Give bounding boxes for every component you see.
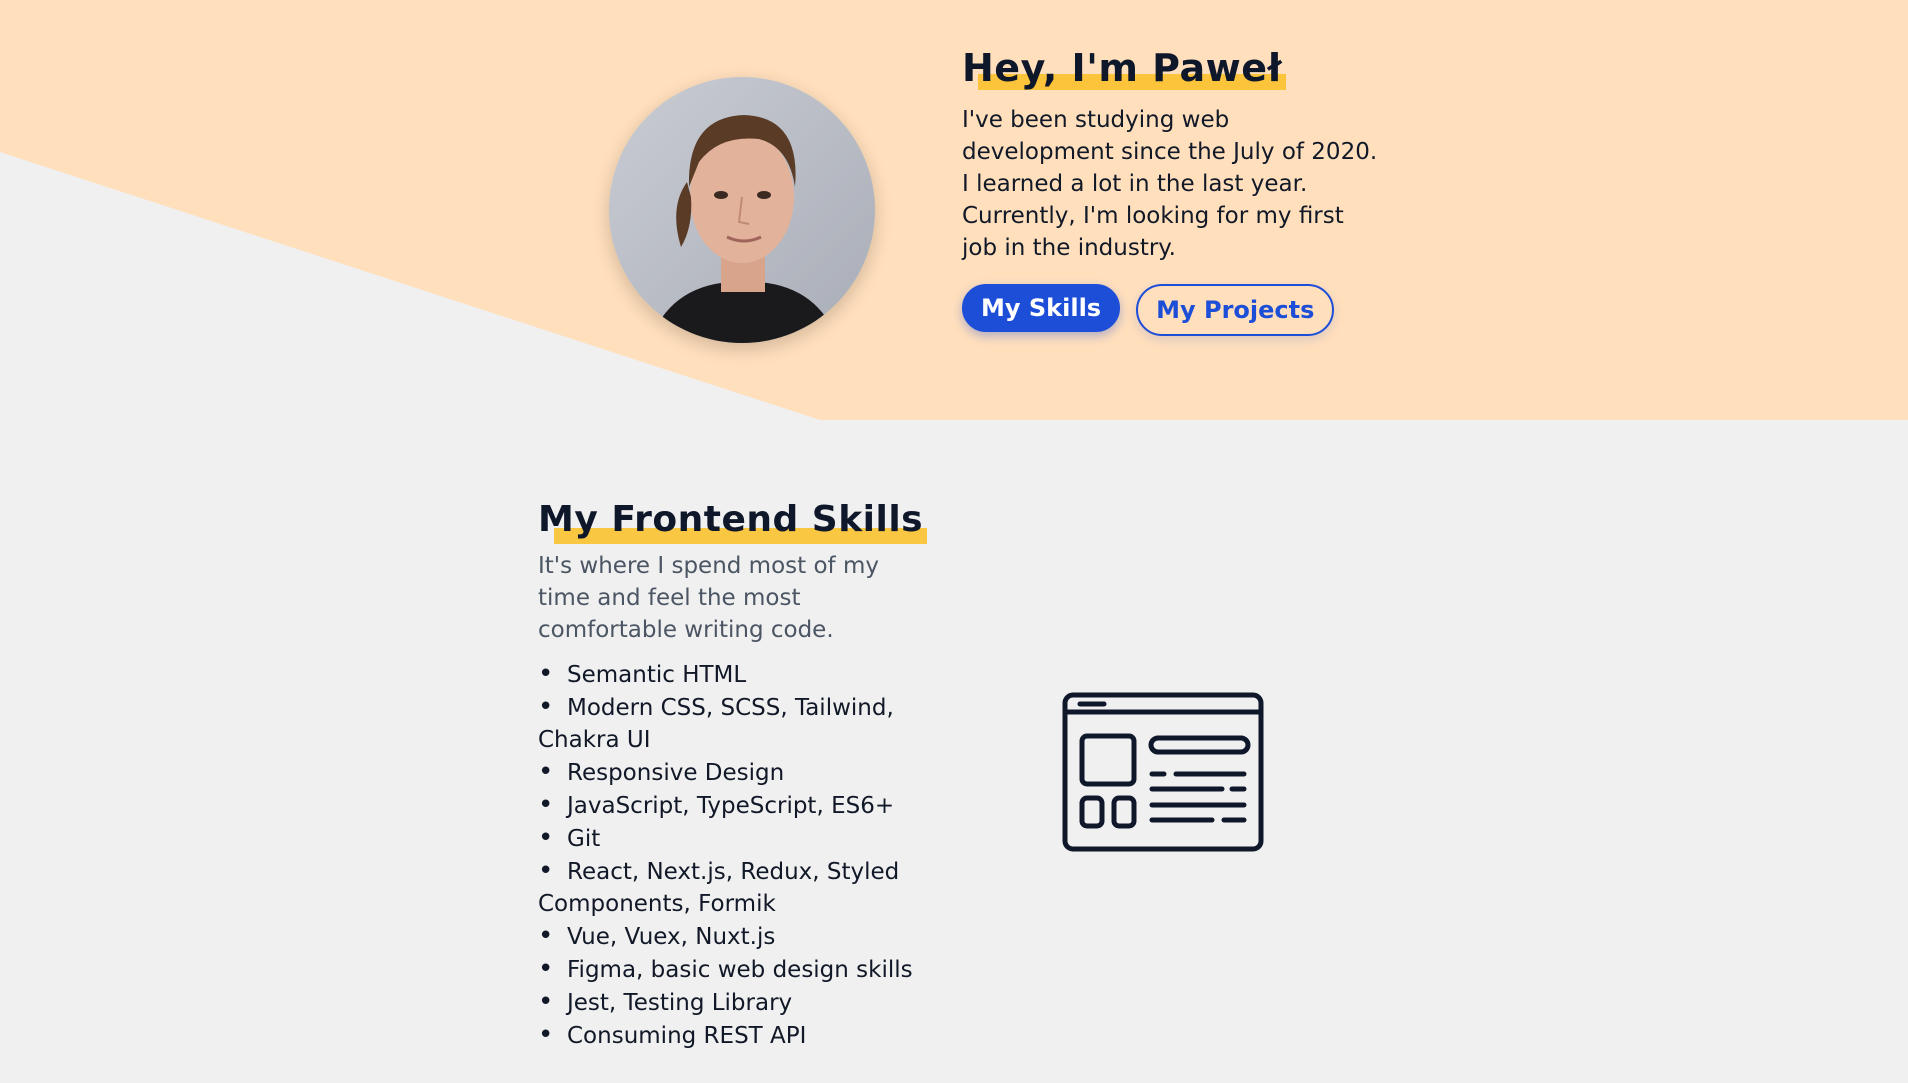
hero-description-line-2: Currently, I'm looking for my first job … [962,203,1344,261]
skill-item: Responsive Design [538,756,938,789]
frontend-skills-section: My Frontend Skills It's where I spend mo… [538,494,938,1052]
skill-item: Consuming REST API [538,1019,938,1052]
skill-item: Jest, Testing Library [538,986,938,1019]
skill-item: Git [538,822,938,855]
hero-background [0,0,1908,420]
skill-item: React, Next.js, Redux, Styled Components… [538,855,938,920]
frontend-skills-list: Semantic HTML Modern CSS, SCSS, Tailwind… [538,658,938,1052]
skill-item: Modern CSS, SCSS, Tailwind, Chakra UI [538,691,938,756]
frontend-skills-description: It's where I spend most of my time and f… [538,553,879,643]
skill-item: JavaScript, TypeScript, ES6+ [538,789,938,822]
skill-item: Semantic HTML [538,658,938,691]
hero-section: Hey, I'm Paweł I've been studying web de… [962,44,1382,336]
web-layout-icon [1062,692,1264,852]
skill-item: Figma, basic web design skills [538,953,938,986]
hero-buttons: My Skills My Projects [962,284,1382,336]
hero-title: Hey, I'm Paweł [962,44,1382,92]
my-skills-button[interactable]: My Skills [962,284,1121,332]
hero-description-line-1: I've been studying web development since… [962,107,1378,197]
frontend-skills-title: My Frontend Skills [538,494,938,546]
my-projects-button[interactable]: My Projects [1136,284,1335,336]
hero-title-text: Hey, I'm Paweł [962,46,1287,90]
avatar [609,77,875,343]
skill-item: Vue, Vuex, Nuxt.js [538,920,938,953]
frontend-skills-title-text: My Frontend Skills [538,494,928,546]
hero-description: I've been studying web development since… [962,104,1382,264]
